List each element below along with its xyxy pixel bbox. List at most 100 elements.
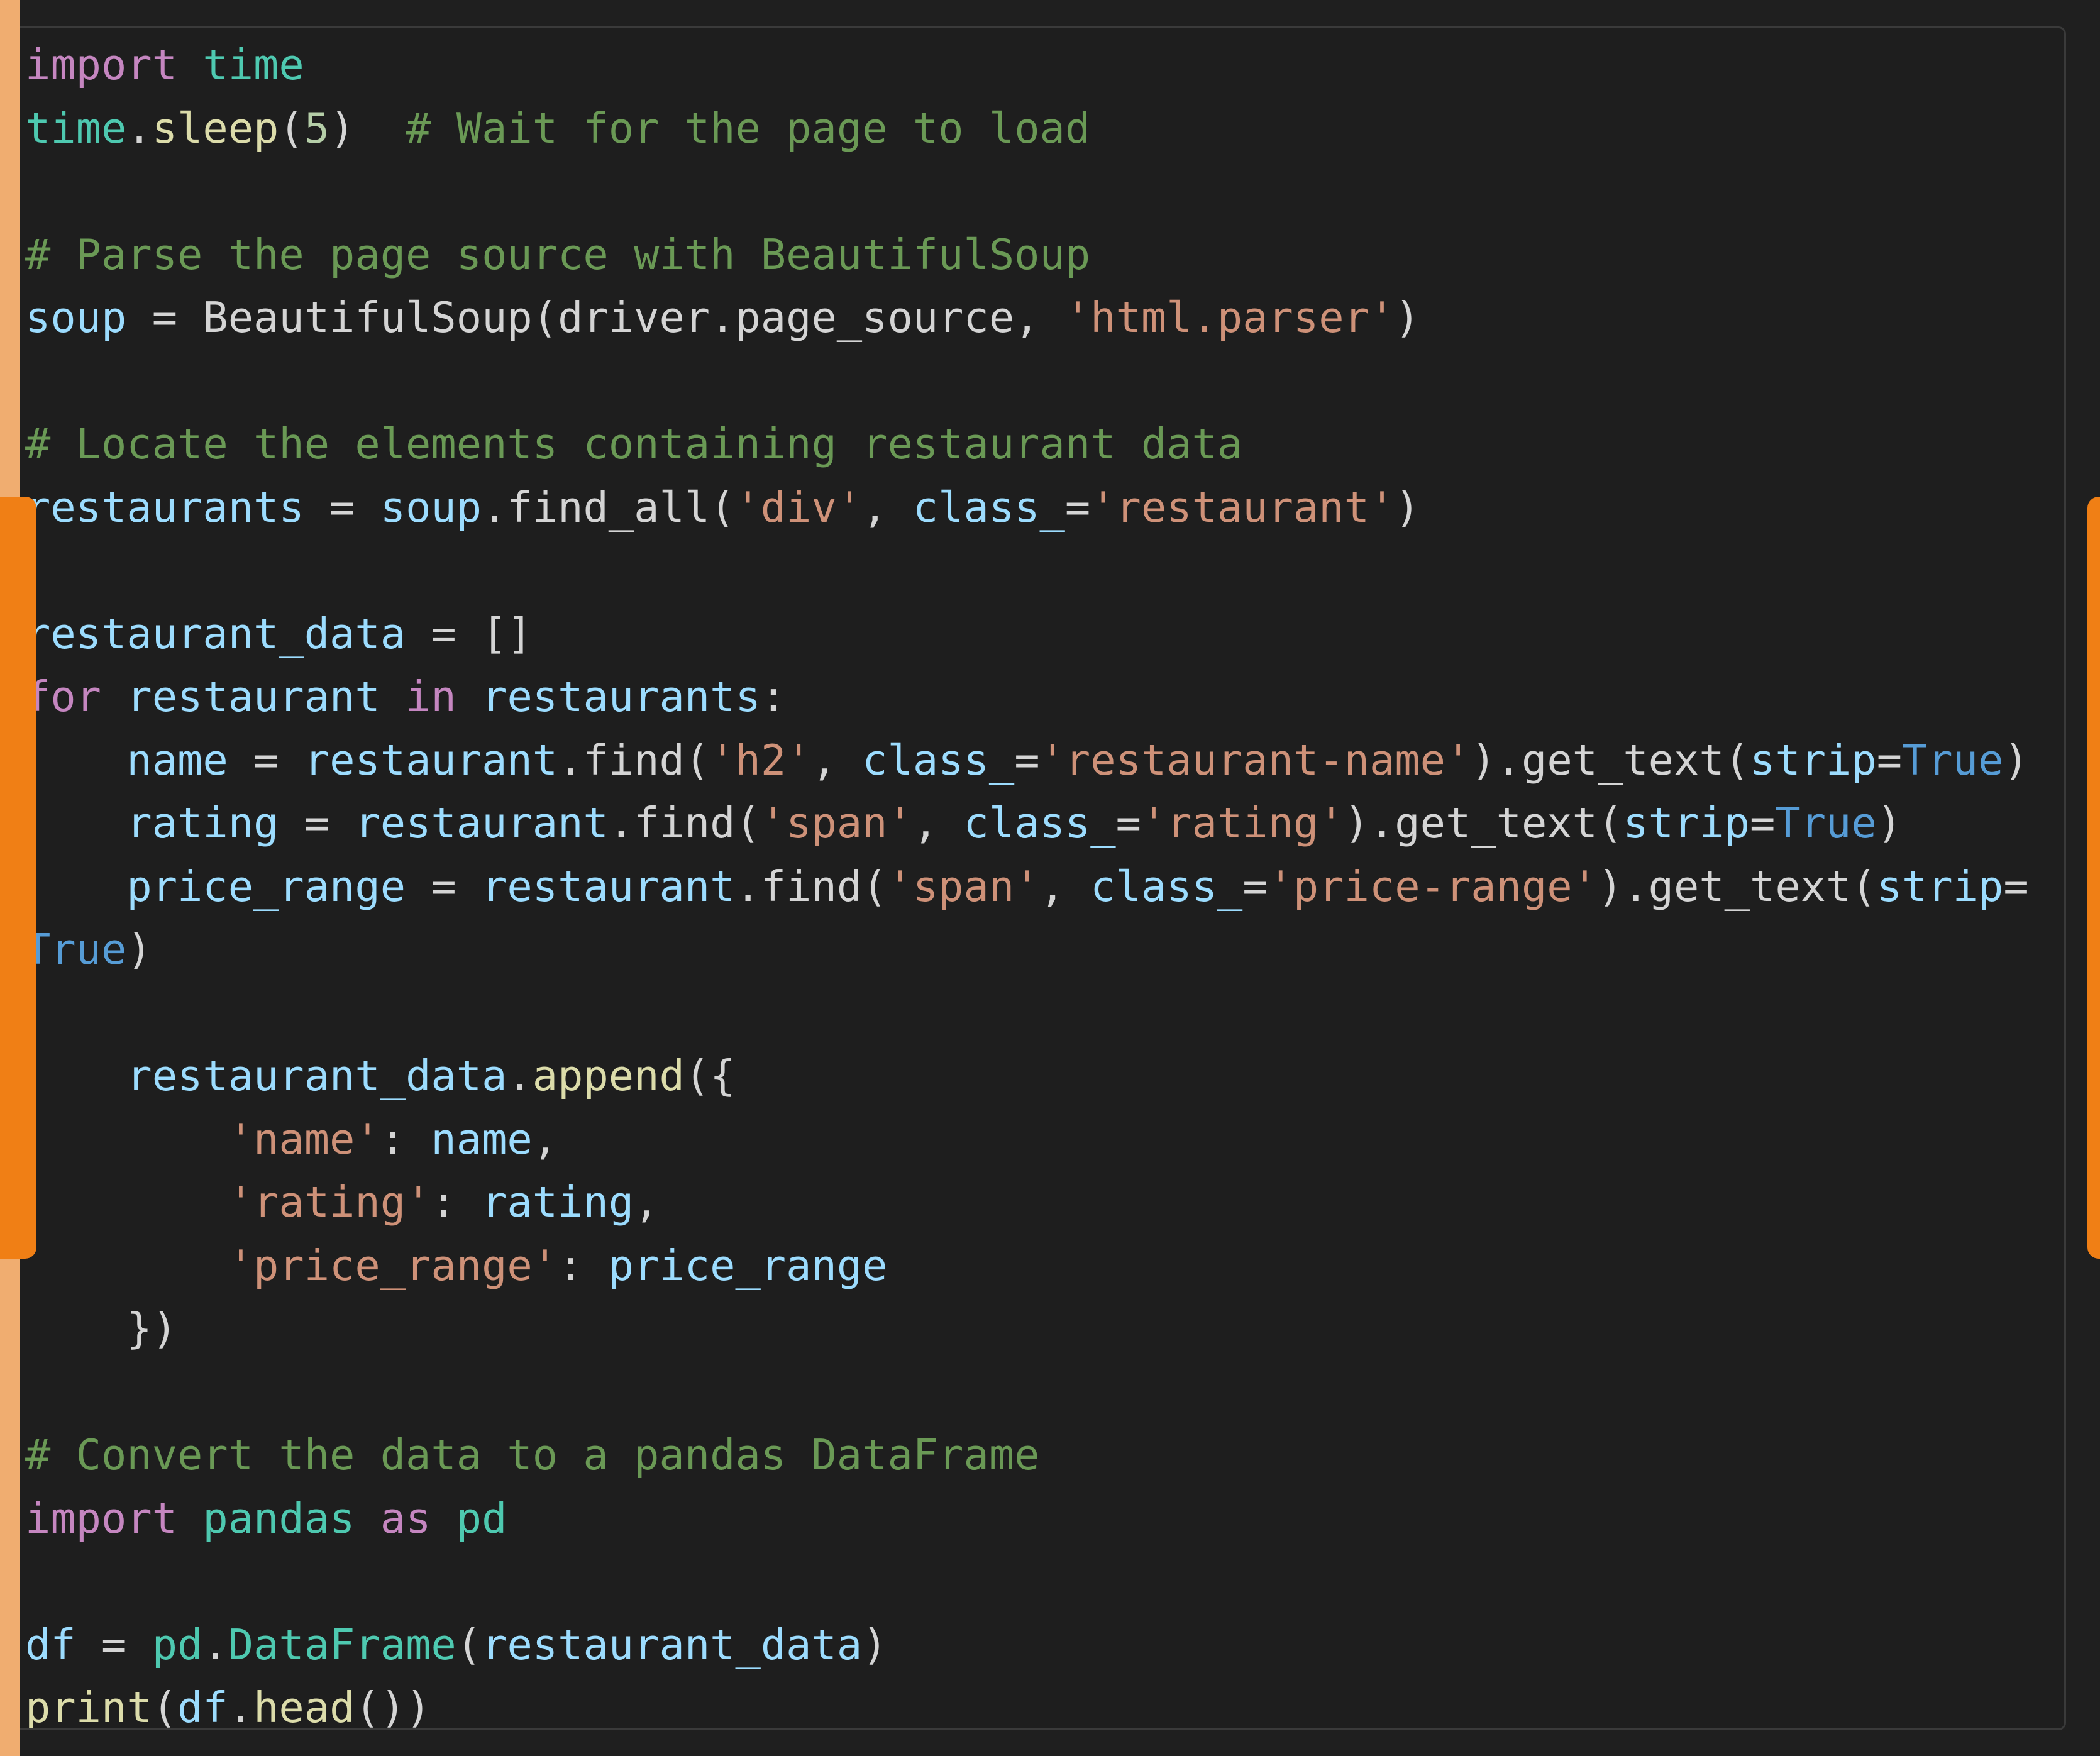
code-token: ( xyxy=(456,1620,482,1669)
code-line: }) xyxy=(25,1297,2029,1361)
code-token: restaurant xyxy=(482,861,736,911)
code-token: = xyxy=(1876,735,1903,785)
code-token: .find_all( xyxy=(482,482,736,532)
code-token: class_ xyxy=(862,735,1015,785)
code-line: 'price_range': price_range xyxy=(25,1234,2029,1298)
code-token: pd xyxy=(152,1620,203,1669)
code-token: . xyxy=(228,1683,254,1730)
code-token: sleep xyxy=(152,103,279,153)
code-token: . xyxy=(202,1620,228,1669)
code-token: restaurant_data xyxy=(25,609,406,658)
code-token: = xyxy=(1014,735,1040,785)
code-token: class_ xyxy=(963,798,1116,848)
code-token: name xyxy=(431,1114,533,1164)
code-token: , xyxy=(912,798,964,848)
code-token: : xyxy=(380,1114,431,1164)
code-token: ()) xyxy=(355,1683,431,1730)
code-token: True xyxy=(1775,798,1877,848)
code-token: = xyxy=(1750,798,1776,848)
code-token: ( xyxy=(279,103,304,153)
code-line: import time xyxy=(25,33,2029,97)
code-token: ) xyxy=(1395,482,1420,532)
code-token: time xyxy=(25,103,127,153)
code-token: True xyxy=(1902,735,2004,785)
code-token: : xyxy=(558,1240,609,1290)
code-token: strip xyxy=(1750,735,1877,785)
code-token: 'rating' xyxy=(228,1178,431,1227)
code-token: .find( xyxy=(735,861,888,911)
left-selection-marker xyxy=(0,497,36,1259)
code-token: ) xyxy=(2003,735,2029,785)
code-token: .find( xyxy=(608,798,761,848)
code-token: = xyxy=(228,735,304,785)
code-token: = BeautifulSoup(driver.page_source, xyxy=(126,293,1065,342)
code-token: strip xyxy=(1876,861,2004,911)
code-token: class_ xyxy=(912,482,1065,532)
code-token: = xyxy=(406,861,482,911)
code-token: 'price-range' xyxy=(1268,861,1598,911)
code-token: ).get_text( xyxy=(1471,735,1750,785)
code-token: # Parse the page source with BeautifulSo… xyxy=(25,229,1091,279)
code-line: 'rating': rating, xyxy=(25,1171,2029,1234)
code-line: # Convert the data to a pandas DataFrame xyxy=(25,1423,2029,1487)
code-token: # Locate the elements containing restaur… xyxy=(25,419,1243,468)
code-token: = xyxy=(1242,861,1268,911)
code-token: 'restaurant' xyxy=(1090,482,1395,532)
right-selection-marker xyxy=(2087,497,2100,1259)
code-token: # Convert the data to a pandas DataFrame xyxy=(25,1430,1040,1479)
code-line: 'name': name, xyxy=(25,1108,2029,1171)
code-token: as xyxy=(380,1493,431,1543)
code-token: ) xyxy=(1876,798,1903,848)
code-token: . xyxy=(507,1051,533,1100)
code-token: rating xyxy=(126,798,279,848)
code-line: # Parse the page source with BeautifulSo… xyxy=(25,223,2029,287)
code-editor-panel[interactable]: import time time.sleep(5) # Wait for the … xyxy=(20,26,2066,1730)
code-line: print(df.head()) xyxy=(25,1676,2029,1730)
code-token: = xyxy=(2003,861,2029,911)
code-line: soup = BeautifulSoup(driver.page_source,… xyxy=(25,286,2029,350)
code-token: 'price_range' xyxy=(228,1240,558,1290)
code-token: soup xyxy=(25,293,127,342)
code-token: restaurants xyxy=(25,482,304,532)
code-token: 'span' xyxy=(887,861,1040,911)
code-token: class_ xyxy=(1090,861,1243,911)
code-line: name = restaurant.find('h2', class_='res… xyxy=(25,729,2029,792)
code-token: . xyxy=(126,103,152,153)
code-token: ) xyxy=(862,1620,888,1669)
code-line: import pandas as pd xyxy=(25,1487,2029,1550)
code-token: 'span' xyxy=(760,798,913,848)
code-line: rating = restaurant.find('span', class_=… xyxy=(25,792,2029,855)
code-token: import xyxy=(25,1493,178,1543)
code-token: restaurant_data xyxy=(482,1620,863,1669)
code-token: time xyxy=(202,40,304,89)
code-token: # Wait for the page to load xyxy=(406,103,1091,153)
code-token: 'rating' xyxy=(1141,798,1344,848)
code-token: : xyxy=(431,1178,482,1227)
code-token: 'div' xyxy=(735,482,863,532)
code-token: = xyxy=(75,1620,152,1669)
code-token: , xyxy=(532,1114,558,1164)
code-line: time.sleep(5) # Wait for the page to loa… xyxy=(25,97,2029,160)
code-token: ( xyxy=(152,1683,178,1730)
code-token: = xyxy=(1115,798,1141,848)
code-token: DataFrame xyxy=(228,1620,456,1669)
code-token: : xyxy=(760,672,787,721)
code-token: = xyxy=(279,798,355,848)
code-token: 'restaurant-name' xyxy=(1039,735,1471,785)
code-token: in xyxy=(406,672,456,721)
code-token: = xyxy=(1064,482,1091,532)
code-token: df xyxy=(177,1683,228,1730)
code-line: True) xyxy=(25,918,2029,981)
code-block[interactable]: import time time.sleep(5) # Wait for the … xyxy=(25,33,2029,1730)
